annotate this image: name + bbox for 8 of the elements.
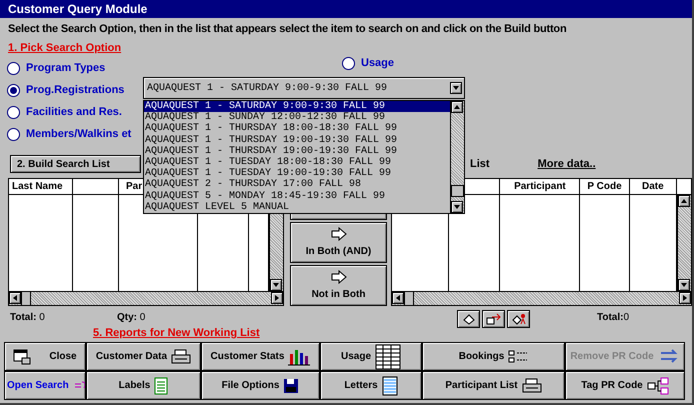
- list-label: List: [470, 156, 490, 172]
- instruction-text: Select the Search Option, then in the list that appears select the item to search on and click on the Build button: [8, 22, 568, 37]
- total-label: Total:0: [597, 310, 630, 324]
- window-title-bar: Customer Query Module: [0, 0, 692, 18]
- total-label: Total: 0: [10, 310, 46, 324]
- qty-label: Qty: 0: [117, 310, 146, 324]
- section-heading: 1. Pick Search Option: [8, 40, 122, 56]
- section-heading: 5. Reports for New Working List: [92, 326, 261, 340]
